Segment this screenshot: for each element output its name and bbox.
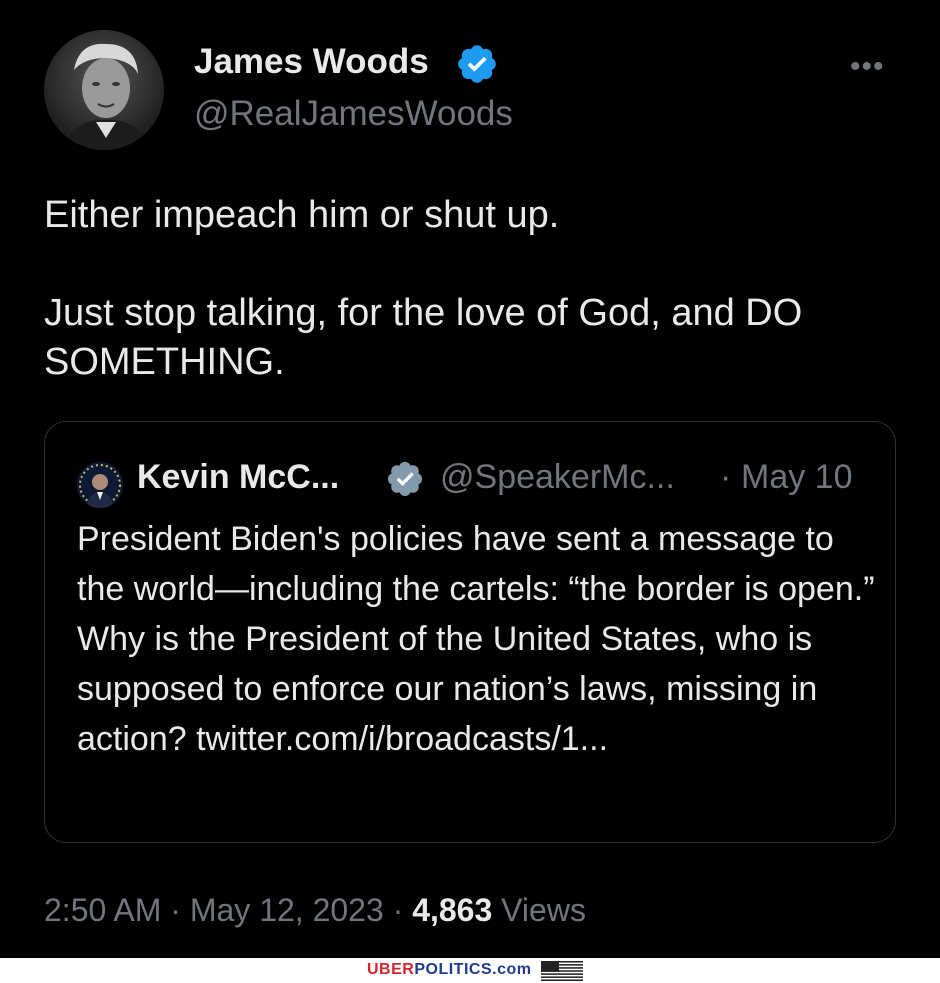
tweet-text: Either impeach him or shut up. Just stop…: [44, 194, 803, 383]
watermark-logo: UBERPOLITICS.com: [367, 961, 532, 978]
views-label: Views: [492, 892, 586, 928]
author-name[interactable]: James Woods: [194, 42, 429, 82]
quoted-tweet[interactable]: Kevin McC... @SpeakerMc... · May 10 Pres…: [44, 421, 896, 843]
tweet-card: James Woods @RealJamesWoods ••• Either i…: [0, 0, 940, 958]
author-handle[interactable]: @RealJamesWoods: [194, 94, 513, 134]
author-avatar[interactable]: [44, 30, 164, 150]
quoted-author-avatar[interactable]: [77, 462, 123, 508]
timestamp[interactable]: 2:50 AM · May 12, 2023 ·: [44, 892, 412, 928]
views-count[interactable]: 4,863: [412, 892, 492, 928]
quoted-date[interactable]: May 10: [741, 458, 853, 497]
watermark-footer: UBERPOLITICS.com: [0, 958, 940, 983]
tweet-metadata: 2:50 AM · May 12, 2023 · 4,863 Views: [44, 892, 586, 929]
quoted-author-name[interactable]: Kevin McC...: [137, 458, 339, 497]
verified-badge-icon: [458, 45, 496, 83]
us-flag-icon: [541, 961, 583, 981]
more-options-icon[interactable]: •••: [850, 50, 885, 84]
quoted-author-handle[interactable]: @SpeakerMc...: [440, 458, 675, 497]
separator-dot: ·: [720, 458, 732, 496]
verified-badge-icon: [387, 461, 423, 497]
quoted-text: President Biden's policies have sent a m…: [77, 520, 875, 758]
